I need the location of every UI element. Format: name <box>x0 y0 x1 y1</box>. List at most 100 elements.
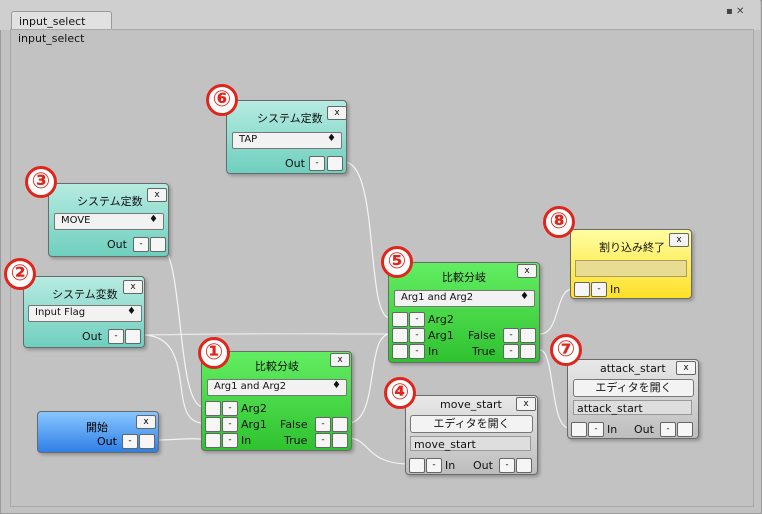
false-minus-button[interactable]: - <box>315 417 331 432</box>
out-port[interactable] <box>516 458 532 473</box>
select-value: MOVE <box>61 215 91 226</box>
node-title: attack_start <box>600 362 666 375</box>
in-label: In <box>607 423 618 436</box>
in-minus-button[interactable]: - <box>591 282 607 297</box>
open-editor-button[interactable]: エディタを開く <box>410 415 533 433</box>
badge-7: ⑦ <box>550 334 582 366</box>
dropdown-arrow-icon: ♦ <box>127 306 136 317</box>
constant-select[interactable]: TAP ♦ <box>232 132 342 149</box>
out-port[interactable] <box>125 329 141 344</box>
out-minus-button[interactable]: - <box>499 458 515 473</box>
dropdown-arrow-icon: ♦ <box>327 133 336 144</box>
tab-input-select[interactable]: input_select <box>11 11 112 31</box>
constant-select[interactable]: MOVE ♦ <box>54 213 164 230</box>
in-port[interactable] <box>571 422 587 437</box>
arg1-minus-button[interactable]: - <box>409 328 425 343</box>
attack-start-node[interactable]: attack_start x エディタを開く attack_start - In… <box>567 359 699 439</box>
in-port[interactable] <box>205 433 221 448</box>
interrupt-end-node[interactable]: 割り込み終了 x - In <box>570 229 692 299</box>
node-title: 割り込み終了 <box>599 241 665 254</box>
in-port[interactable] <box>392 344 408 359</box>
compare-branch-node-5[interactable]: 比較分岐 x Arg1 and Arg2 ♦ - Arg2 - Arg1 Fals… <box>388 262 540 363</box>
close-icon[interactable]: x <box>330 353 350 367</box>
false-port[interactable] <box>520 328 536 343</box>
badge-6: ⑥ <box>206 84 238 116</box>
true-minus-button[interactable]: - <box>503 344 519 359</box>
badge-3: ③ <box>25 166 57 198</box>
true-port[interactable] <box>332 433 348 448</box>
close-icon[interactable]: x <box>147 188 167 202</box>
close-icon[interactable]: x <box>517 264 537 278</box>
arg2-port[interactable] <box>392 312 408 327</box>
badge-5: ⑤ <box>381 246 413 278</box>
dropdown-arrow-icon: ♦ <box>332 380 341 391</box>
node-name-field[interactable] <box>575 260 687 277</box>
close-icon[interactable]: x <box>327 106 347 120</box>
arg1-minus-button[interactable]: - <box>222 417 238 432</box>
start-node[interactable]: 開始 x Out - <box>37 411 159 453</box>
compare-mode-select[interactable]: Arg1 and Arg2 ♦ <box>207 379 347 396</box>
select-value: Input Flag <box>35 307 86 318</box>
arg2-minus-button[interactable]: - <box>222 401 238 416</box>
badge-4: ④ <box>384 377 416 409</box>
arg1-port[interactable] <box>205 417 221 432</box>
in-port[interactable] <box>409 458 425 473</box>
in-minus-button[interactable]: - <box>426 458 442 473</box>
open-editor-button[interactable]: エディタを開く <box>573 379 694 397</box>
in-label: In <box>610 283 621 296</box>
close-icon[interactable]: x <box>123 280 143 294</box>
false-port[interactable] <box>332 417 348 432</box>
node-title: システム定数 <box>77 195 143 208</box>
in-minus-button[interactable]: - <box>588 422 604 437</box>
out-minus-button[interactable]: - <box>309 156 325 171</box>
system-const-node-move[interactable]: システム定数 x MOVE ♦ Out - <box>48 183 169 257</box>
out-minus-button[interactable]: - <box>108 329 124 344</box>
out-port[interactable] <box>139 434 155 449</box>
move-start-node[interactable]: move_start x エディタを開く move_start - In Out… <box>405 395 538 475</box>
system-var-node[interactable]: システム変数 x Input Flag ♦ Out - <box>23 276 145 348</box>
system-const-node-tap[interactable]: システム定数 x TAP ♦ Out - <box>226 100 347 174</box>
close-icon[interactable]: x <box>136 415 156 429</box>
tab-label: input_select <box>19 15 86 28</box>
node-name-field[interactable]: move_start <box>410 436 531 451</box>
node-title: 比較分岐 <box>442 271 486 284</box>
window-controls-icon[interactable]: ▪ ✕ <box>726 6 744 17</box>
arg1-port[interactable] <box>392 328 408 343</box>
false-minus-button[interactable]: - <box>503 328 519 343</box>
in-minus-button[interactable]: - <box>222 433 238 448</box>
true-label: True <box>284 434 308 447</box>
true-port[interactable] <box>520 344 536 359</box>
select-value: TAP <box>239 134 258 145</box>
in-minus-button[interactable]: - <box>409 344 425 359</box>
out-label: Out <box>285 157 305 170</box>
arg2-label: Arg2 <box>428 313 454 326</box>
close-icon[interactable]: x <box>669 233 689 247</box>
out-minus-button[interactable]: - <box>660 422 676 437</box>
arg2-minus-button[interactable]: - <box>409 312 425 327</box>
false-label: False <box>280 418 308 431</box>
close-icon[interactable]: x <box>516 397 536 411</box>
variable-select[interactable]: Input Flag ♦ <box>28 305 142 322</box>
out-label: Out <box>97 435 117 448</box>
out-port[interactable] <box>677 422 693 437</box>
arg2-label: Arg2 <box>241 402 267 415</box>
compare-mode-select[interactable]: Arg1 and Arg2 ♦ <box>394 290 535 307</box>
out-port[interactable] <box>150 237 166 252</box>
arg2-port[interactable] <box>205 401 221 416</box>
out-minus-button[interactable]: - <box>133 237 149 252</box>
canvas-title: input_select <box>18 32 85 45</box>
true-minus-button[interactable]: - <box>315 433 331 448</box>
out-minus-button[interactable]: - <box>122 434 138 449</box>
node-name-field[interactable]: attack_start <box>573 400 692 415</box>
false-label: False <box>468 329 496 342</box>
compare-branch-node-1[interactable]: 比較分岐 x Arg1 and Arg2 ♦ - Arg2 - Arg1 Fals… <box>201 351 352 451</box>
close-icon[interactable]: x <box>676 361 696 375</box>
in-port[interactable] <box>574 282 590 297</box>
node-title: システム定数 <box>257 112 323 125</box>
arg1-label: Arg1 <box>428 329 454 342</box>
select-value: Arg1 and Arg2 <box>401 292 474 303</box>
node-title: システム変数 <box>52 288 118 301</box>
out-port[interactable] <box>327 156 343 171</box>
node-title: 開始 <box>86 421 108 434</box>
badge-1: ① <box>198 337 230 369</box>
